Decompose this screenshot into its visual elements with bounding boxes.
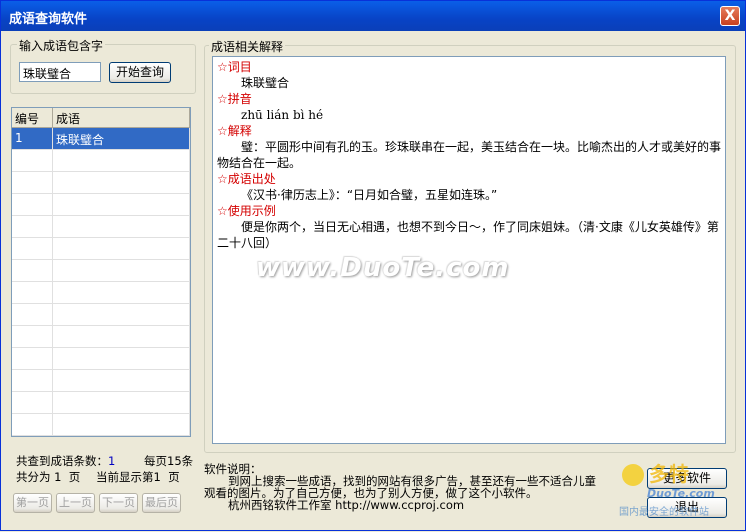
list-item[interactable]: 1 珠联璧合 [12, 128, 190, 150]
word-value: 珠联璧合 [241, 76, 290, 90]
window-title: 成语查询软件 [9, 12, 88, 27]
next-page-button[interactable]: 下一页 [99, 493, 138, 513]
list-item-num: 1 [12, 128, 53, 149]
search-button[interactable]: 开始查询 [109, 62, 171, 83]
logo-slogan: 国内最安全的软件站 [619, 505, 709, 518]
heading-pinyin: ☆拼音 [217, 92, 252, 106]
app-window: 成语查询软件 X 输入成语包含字 珠联璧合 开始查询 编号 成语 1 珠联璧合 … [0, 0, 746, 531]
list-item-empty [12, 326, 190, 348]
site-watermark: www.DuoTe.com [256, 253, 510, 283]
last-page-button[interactable]: 最后页 [142, 493, 181, 513]
list-item-idiom: 珠联璧合 [53, 128, 190, 149]
logo-domain: DuoTe.com [647, 487, 715, 500]
list-item-empty [12, 150, 190, 172]
list-item-empty [12, 370, 190, 392]
col-header-idiom[interactable]: 成语 [53, 108, 190, 127]
list-item-empty [12, 216, 190, 238]
close-button[interactable]: X [720, 6, 740, 26]
col-header-num[interactable]: 编号 [12, 108, 53, 127]
meaning-value: 璧：平圆形中间有孔的玉。珍珠联串在一起，美玉结合在一块。比喻杰出的人才或美好的事… [217, 140, 722, 170]
prev-page-button[interactable]: 上一页 [56, 493, 95, 513]
close-icon: X [724, 8, 736, 24]
pinyin-value: zhū lián bì hé [241, 108, 324, 122]
duote-logo-graphic: 多特 DuoTe.com 国内最安全的软件站 [619, 462, 715, 518]
list-item-empty [12, 392, 190, 414]
list-item-empty [12, 260, 190, 282]
list-item-empty [12, 414, 190, 436]
list-item-empty [12, 282, 190, 304]
detail-text[interactable]: ☆词目 珠联璧合 ☆拼音 zhū lián bì hé ☆解释 璧：平圆形中间有… [212, 56, 726, 444]
heading-example: ☆使用示例 [217, 204, 276, 218]
per-page: 每页15条 [144, 454, 194, 468]
list-item-empty [12, 194, 190, 216]
heading-word: ☆词目 [217, 60, 252, 74]
total-pages: 共分为 1 页 [16, 470, 81, 484]
list-item-empty [12, 348, 190, 370]
found-value: 1 [108, 454, 116, 468]
info-line-3: 杭州西铭软件工作室 http://www.ccproj.com [228, 498, 465, 512]
heading-source: ☆成语出处 [217, 172, 276, 186]
example-value: 便是你两个，当日无心相遇，也想不到今日～，作了同床姐妹。（清·文康《儿女英雄传》… [217, 220, 719, 250]
detail-group-label: 成语相关解释 [209, 38, 286, 55]
heading-meaning: ☆解释 [217, 124, 252, 138]
search-input[interactable]: 珠联璧合 [19, 62, 101, 82]
list-item-empty [12, 436, 190, 437]
idiom-list[interactable]: 编号 成语 1 珠联璧合 [11, 107, 191, 437]
list-item-empty [12, 304, 190, 326]
title-bar[interactable]: 成语查询软件 X [1, 1, 745, 31]
software-info: 软件说明： 到网上搜索一些成语，找到的网站有很多广告，甚至还有一些不适合儿童 观… [204, 463, 616, 521]
source-value: 《汉书·律历志上》：“日月如合璧，五星如连珠。” [241, 188, 498, 202]
list-item-empty [12, 172, 190, 194]
search-group-label: 输入成语包含字 [17, 37, 106, 54]
first-page-button[interactable]: 第一页 [13, 493, 52, 513]
current-page: 当前显示第1 页 [96, 470, 180, 484]
list-header: 编号 成语 [12, 108, 190, 128]
list-item-empty [12, 238, 190, 260]
duote-logo: 多特 DuoTe.com 国内最安全的软件站 [619, 453, 745, 529]
logo-brand: 多特 [649, 462, 689, 486]
found-count: 共查到成语条数：1 [16, 454, 116, 468]
